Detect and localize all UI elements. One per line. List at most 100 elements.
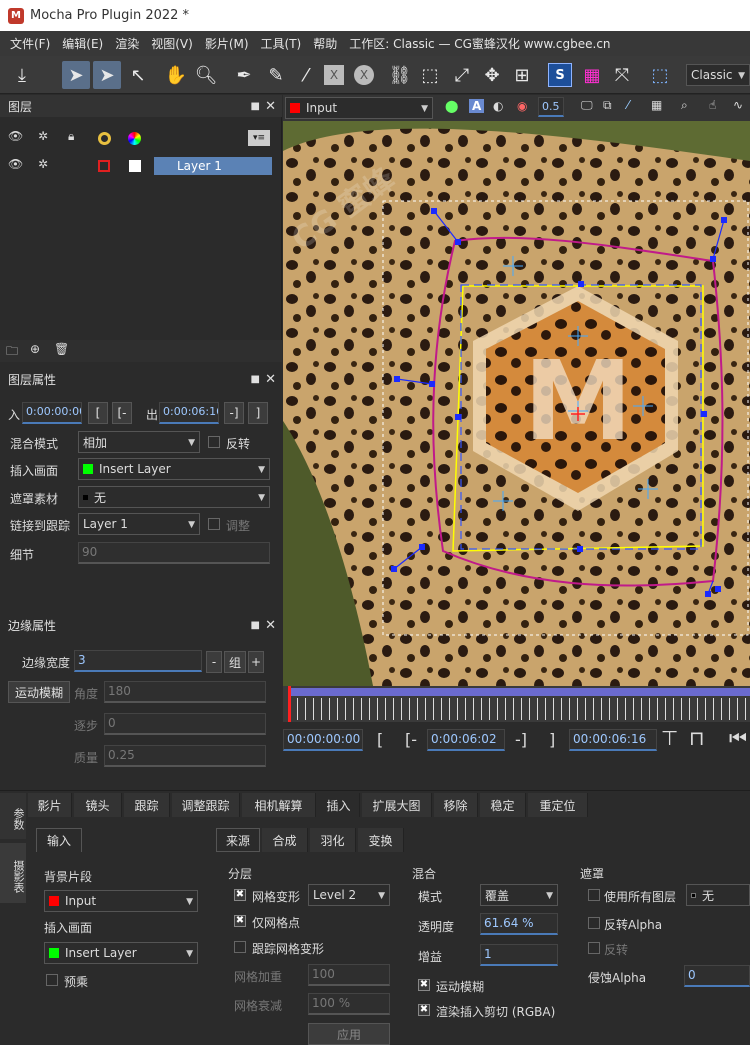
menu-view[interactable]: 视图(V) xyxy=(145,35,199,52)
edge-group-button[interactable]: 组 xyxy=(224,651,246,673)
phase-field[interactable]: 0 xyxy=(104,713,266,735)
layer-matte-swatch[interactable] xyxy=(129,160,141,172)
key-nav-icon[interactable]: ⊤ xyxy=(661,726,678,750)
trash-icon[interactable]: 🗑︎ xyxy=(54,342,69,356)
new-folder-icon[interactable]: 🗀 xyxy=(6,342,18,363)
layer-menu-icon[interactable]: ▾≡ xyxy=(248,130,270,146)
tab-track[interactable]: 跟踪 xyxy=(124,793,170,817)
bg-clip-dropdown[interactable]: Input ▼ xyxy=(44,890,198,912)
add-point-tool-icon[interactable]: ↖ xyxy=(124,61,152,89)
ellipse-spline-icon[interactable]: X xyxy=(350,61,378,89)
invert-checkbox[interactable] xyxy=(208,436,220,448)
tab-remove[interactable]: 移除 xyxy=(434,793,478,817)
bounds-icon[interactable]: ⊓ xyxy=(689,726,705,750)
subtab-feather[interactable]: 羽化 xyxy=(310,828,356,852)
edge-width-field[interactable]: 3 xyxy=(74,650,202,672)
out-mark-field[interactable]: 00:00:06:16 xyxy=(569,729,657,751)
use-all-layers-checkbox[interactable] xyxy=(588,889,600,901)
matte-clip-dropdown[interactable]: 无 ▼ xyxy=(78,486,270,508)
grid-surface-icon[interactable]: ⊞ xyxy=(508,61,536,89)
pen-bezier-icon[interactable]: ✎ xyxy=(262,61,290,89)
side-tab-params[interactable]: 参数 xyxy=(0,793,26,839)
edge-width-decrease-button[interactable]: - xyxy=(206,651,222,673)
tab-reorient[interactable]: 重定位 xyxy=(528,793,588,817)
scale-icon[interactable]: ⤢ xyxy=(448,61,476,89)
tab-stabilize[interactable]: 稳定 xyxy=(480,793,526,817)
matte-overlay-icon[interactable]: ◉ xyxy=(517,99,527,113)
mesh-warp-checkbox[interactable]: ✖ xyxy=(234,889,246,901)
magnifier-icon[interactable]: ⌕ xyxy=(681,98,688,113)
pin-icon[interactable]: ■ xyxy=(251,374,260,385)
cursor-icon[interactable]: ☝ xyxy=(709,98,716,112)
tab-insert[interactable]: 插入 xyxy=(318,793,360,817)
render-insert-cut-checkbox[interactable]: ✖ xyxy=(418,1004,430,1016)
gain-field[interactable]: 1 xyxy=(480,944,558,966)
zoom-tool-icon[interactable]: 🔍︎ xyxy=(192,61,220,89)
go-in-button[interactable]: [- xyxy=(112,402,132,424)
overlay-icon[interactable]: ◐ xyxy=(493,99,503,113)
tab-camera-solve[interactable]: 相机解算 xyxy=(242,793,316,817)
menu-help[interactable]: 帮助 xyxy=(307,35,343,52)
opacity-field[interactable]: 61.64 % xyxy=(480,913,558,935)
motion-blur-checkbox[interactable]: ✖ xyxy=(418,979,430,991)
edge-width-increase-button[interactable]: + xyxy=(248,651,264,673)
close-icon[interactable]: ✕ xyxy=(265,618,276,633)
export-icon[interactable]: ⤓ xyxy=(8,61,36,89)
track-mesh-warp-checkbox[interactable] xyxy=(234,941,246,953)
timeline-bar[interactable] xyxy=(283,686,750,722)
viewer-clip-dropdown[interactable]: Input ▼ xyxy=(285,97,433,119)
monitor-icon[interactable]: 🖵 xyxy=(581,98,593,113)
grid-view-icon[interactable]: ▦ xyxy=(651,98,662,112)
layer-row[interactable]: 👁 ✲ Layer 1 xyxy=(0,155,282,177)
pin-icon[interactable]: ■ xyxy=(251,620,260,631)
invert-checkbox[interactable] xyxy=(588,942,600,954)
spline-view-icon[interactable]: ⁄ xyxy=(627,98,629,112)
side-tab-dopesheet[interactable]: 摄影表 xyxy=(0,843,26,903)
current-time-field[interactable]: 00:00:00:00 xyxy=(283,729,363,751)
set-out-button[interactable]: ] xyxy=(248,402,268,424)
mesh-weight-field[interactable]: 100 xyxy=(308,964,390,986)
link-icon[interactable]: ⛓ xyxy=(386,61,414,89)
layer-visible-icon[interactable]: 👁 xyxy=(8,157,23,171)
premultiply-checkbox[interactable] xyxy=(46,974,58,986)
pin-icon[interactable]: ■ xyxy=(251,101,260,112)
alpha-icon[interactable]: A xyxy=(469,99,485,113)
rect-spline-icon[interactable]: X xyxy=(320,61,348,89)
insert-clip-dropdown[interactable]: Insert Layer ▼ xyxy=(44,942,198,964)
insert-clip-dropdown[interactable]: Insert Layer ▼ xyxy=(78,458,270,480)
go-to-out-button[interactable]: -] xyxy=(515,730,527,749)
detail-field[interactable]: 90 xyxy=(78,542,270,564)
out-point-field[interactable]: 0:00:06:16 xyxy=(159,402,219,424)
corner-pin-icon[interactable]: ⤧ xyxy=(608,61,636,89)
menu-tools[interactable]: 工具(T) xyxy=(255,35,308,52)
hand-tool-icon[interactable]: ✋ xyxy=(162,61,190,89)
tab-input[interactable]: 输入 xyxy=(36,828,82,852)
matte-layer-dropdown[interactable]: 无 xyxy=(686,884,750,906)
tab-megaplate[interactable]: 扩展大图 xyxy=(362,793,432,817)
tab-lens[interactable]: 镜头 xyxy=(74,793,122,817)
close-icon[interactable]: ✕ xyxy=(265,99,276,114)
go-out-button[interactable]: -] xyxy=(224,402,244,424)
layer-color-swatch[interactable] xyxy=(98,160,110,172)
viewer-canvas[interactable]: M CG 蜜蜂 xyxy=(283,121,750,686)
timeline-range[interactable] xyxy=(289,688,750,696)
mesh-points-only-checkbox[interactable]: ✖ xyxy=(234,915,246,927)
mesh-level-dropdown[interactable]: Level 2 ▼ xyxy=(308,884,390,906)
subtab-composite[interactable]: 合成 xyxy=(262,828,308,852)
playhead[interactable] xyxy=(288,686,291,722)
in-point-field[interactable]: 0:00:00:00 xyxy=(22,402,82,424)
timeline-ruler[interactable] xyxy=(289,698,750,720)
tab-clip[interactable]: 影片 xyxy=(28,793,72,817)
menu-file[interactable]: 文件(F) xyxy=(4,35,56,52)
rgb-channels-icon[interactable]: ⬤ xyxy=(445,99,458,113)
menu-movie[interactable]: 影片(M) xyxy=(199,35,255,52)
layer-name[interactable]: Layer 1 xyxy=(154,157,272,175)
workspace-dropdown[interactable]: Classic ▼ xyxy=(686,64,750,86)
overlay-opacity-field[interactable]: 0.5 xyxy=(538,97,564,117)
path-icon[interactable]: ∿ xyxy=(733,98,743,112)
transform-icon[interactable]: ⬚ xyxy=(416,61,444,89)
close-icon[interactable]: ✕ xyxy=(265,372,276,387)
selection-box-icon[interactable]: ⬚ xyxy=(646,61,674,89)
grid-icon[interactable]: ▦ xyxy=(578,61,606,89)
in-mark-field[interactable]: 0:00:06:02 xyxy=(427,729,505,751)
